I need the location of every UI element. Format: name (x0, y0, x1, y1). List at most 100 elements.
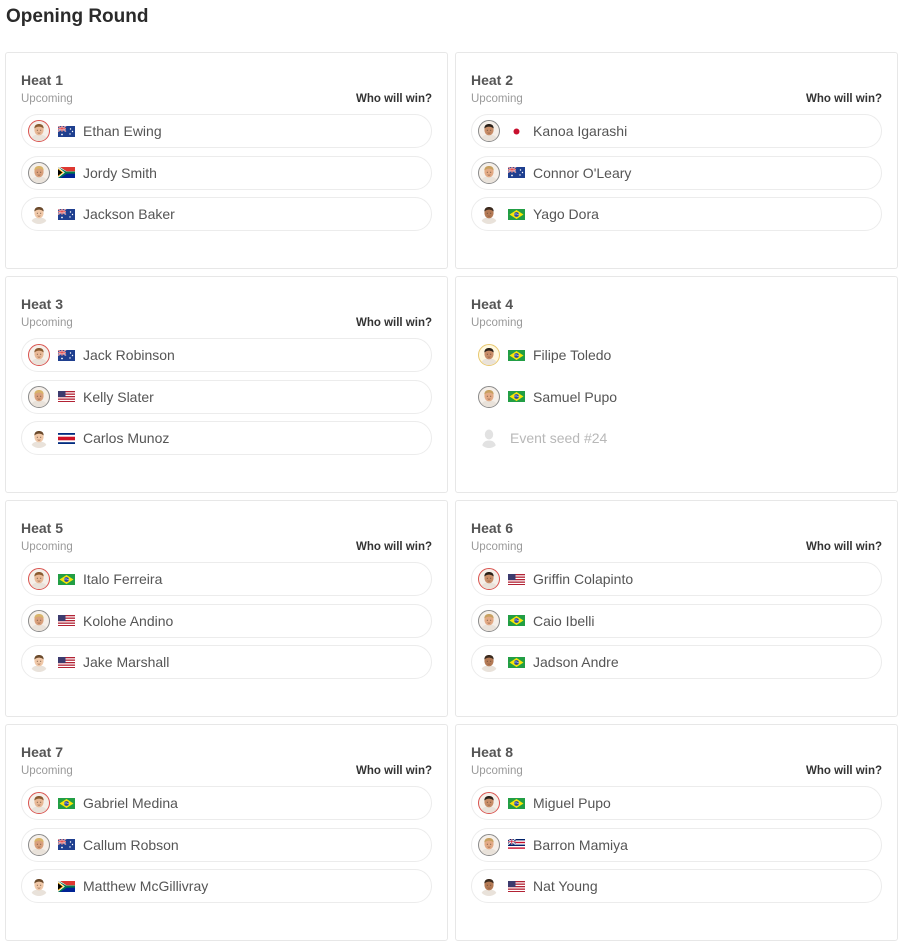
surfer-row[interactable]: Kelly Slater (21, 379, 432, 414)
surfer-row[interactable]: Barron Mamiya (471, 827, 882, 862)
surfer-list: Jack Robinson Kelly Slater Carlos Munoz (21, 338, 432, 455)
surfer-row[interactable]: Ethan Ewing (21, 114, 432, 148)
surfer-row[interactable]: Nat Young (471, 869, 882, 903)
brazil-flag-icon (508, 797, 525, 809)
australia-flag-icon (58, 349, 75, 361)
heat-status: Upcoming (21, 93, 73, 105)
surfer-name: Kanoa Igarashi (533, 123, 628, 139)
surfer-avatar (478, 161, 500, 184)
surfer-row[interactable]: Jack Robinson (21, 338, 432, 372)
usa-flag-icon (58, 615, 75, 626)
surfer-avatar (28, 427, 50, 449)
heat-card: Heat 6 Upcoming Who will win? Griffin Co… (455, 500, 898, 717)
heat-title: Heat 8 (471, 744, 514, 760)
who-will-win-link[interactable]: Who will win? (356, 317, 432, 329)
australia-flag-icon (508, 167, 525, 178)
who-will-win-link[interactable]: Who will win? (356, 541, 432, 553)
surfer-avatar (28, 651, 50, 673)
surfer-row[interactable]: Yago Dora (471, 197, 882, 231)
surfer-avatar (478, 651, 500, 673)
australia-flag-icon (58, 839, 75, 850)
surfer-name: Kelly Slater (83, 388, 154, 405)
heat-card: Heat 4 Upcoming Filipe Toledo Samuel Pup… (455, 276, 898, 493)
surfer-row[interactable]: Kanoa Igarashi (471, 114, 882, 148)
australia-flag-icon (58, 125, 75, 137)
surfer-avatar (28, 833, 50, 856)
surfer-avatar (28, 792, 50, 814)
surfer-name: Caio Ibelli (533, 612, 595, 629)
heat-card: Heat 7 Upcoming Who will win? Gabriel Me… (5, 724, 448, 941)
surfer-name: Carlos Munoz (83, 430, 170, 446)
surfer-name: Jackson Baker (83, 206, 175, 222)
surfer-name: Barron Mamiya (533, 836, 628, 853)
hawaii-flag-icon (508, 839, 525, 850)
heat-status: Upcoming (471, 765, 523, 777)
brazil-flag-icon (508, 349, 525, 361)
surfer-avatar (478, 203, 500, 225)
surfer-name: Ethan Ewing (83, 123, 162, 139)
surfer-name: Jadson Andre (533, 654, 619, 670)
heat-status: Upcoming (471, 541, 523, 553)
who-will-win-link[interactable]: Who will win? (356, 765, 432, 777)
japan-flag-icon (508, 125, 525, 137)
brazil-flag-icon (508, 208, 525, 220)
brazil-flag-icon (508, 656, 525, 668)
surfer-avatar (28, 609, 50, 632)
surfer-row[interactable]: Jake Marshall (21, 645, 432, 679)
surfer-list: Italo Ferreira Kolohe Andino Jake Marsha… (21, 562, 432, 679)
heat-status: Upcoming (21, 765, 73, 777)
surfer-name: Yago Dora (533, 206, 599, 222)
surfer-avatar (478, 875, 500, 897)
who-will-win-link[interactable]: Who will win? (806, 93, 882, 105)
surfer-name: Event seed #24 (510, 430, 608, 446)
surfer-row[interactable]: Connor O'Leary (471, 155, 882, 190)
surfer-avatar (478, 609, 500, 632)
surfer-avatar (28, 385, 50, 408)
surfer-avatar (478, 833, 500, 856)
heat-title: Heat 5 (21, 520, 64, 536)
placeholder-avatar-icon (478, 427, 500, 449)
surfer-row[interactable]: Callum Robson (21, 827, 432, 862)
surfer-list: Miguel Pupo Barron Mamiya Nat Young (471, 786, 882, 903)
surfer-avatar (28, 568, 50, 590)
surfer-row[interactable]: Kolohe Andino (21, 603, 432, 638)
surfer-row[interactable]: Jordy Smith (21, 155, 432, 190)
who-will-win-link[interactable]: Who will win? (806, 765, 882, 777)
usa-flag-icon (58, 391, 75, 402)
surfer-row[interactable]: Carlos Munoz (21, 421, 432, 455)
surfer-row[interactable]: Gabriel Medina (21, 786, 432, 820)
usa-flag-icon (508, 880, 525, 892)
surfer-avatar (478, 385, 500, 408)
surfer-row[interactable]: Jadson Andre (471, 645, 882, 679)
australia-flag-icon (58, 208, 75, 220)
surfer-row[interactable]: Griffin Colapinto (471, 562, 882, 596)
south-africa-flag-icon (58, 880, 75, 892)
surfer-list: Kanoa Igarashi Connor O'Leary Yago Dora (471, 114, 882, 231)
surfer-avatar (478, 344, 500, 366)
surfer-list: Gabriel Medina Callum Robson Matthew McG… (21, 786, 432, 903)
surfer-row[interactable]: Matthew McGillivray (21, 869, 432, 903)
surfer-name: Nat Young (533, 878, 598, 894)
south-africa-flag-icon (58, 167, 75, 178)
surfer-avatar (28, 120, 50, 142)
surfer-name: Italo Ferreira (83, 571, 163, 587)
surfer-row[interactable]: Jackson Baker (21, 197, 432, 231)
costa-rica-flag-icon (58, 432, 75, 444)
surfer-name: Matthew McGillivray (83, 878, 209, 894)
surfer-list: Griffin Colapinto Caio Ibelli Jadson And… (471, 562, 882, 679)
heat-status: Upcoming (21, 317, 73, 329)
surfer-row[interactable]: Caio Ibelli (471, 603, 882, 638)
brazil-flag-icon (508, 391, 525, 402)
surfer-name: Miguel Pupo (533, 795, 611, 811)
surfer-row[interactable]: Italo Ferreira (21, 562, 432, 596)
heat-status: Upcoming (471, 317, 523, 329)
surfer-list: Ethan Ewing Jordy Smith Jackson Baker (21, 114, 432, 231)
brazil-flag-icon (58, 797, 75, 809)
heat-status: Upcoming (471, 93, 523, 105)
surfer-row[interactable]: Miguel Pupo (471, 786, 882, 820)
who-will-win-link[interactable]: Who will win? (806, 541, 882, 553)
heats-grid: Heat 1 Upcoming Who will win? Ethan Ewin… (5, 52, 898, 941)
who-will-win-link[interactable]: Who will win? (356, 93, 432, 105)
heat-card: Heat 2 Upcoming Who will win? Kanoa Igar… (455, 52, 898, 269)
heat-title: Heat 1 (21, 72, 64, 88)
